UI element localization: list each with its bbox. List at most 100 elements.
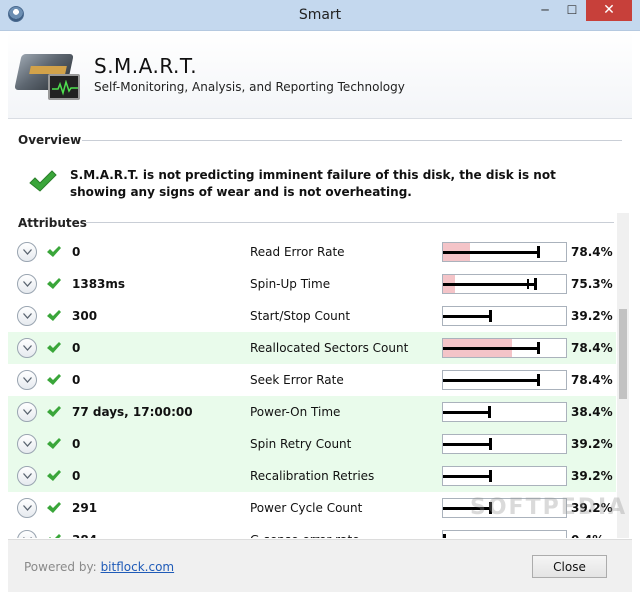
attribute-value: 291 bbox=[72, 501, 98, 515]
close-button[interactable]: Close bbox=[532, 555, 607, 578]
chevron-down-icon[interactable] bbox=[17, 530, 37, 538]
attribute-name: Recalibration Retries bbox=[250, 469, 375, 483]
health-level-line bbox=[443, 251, 539, 254]
health-level-marker bbox=[488, 406, 491, 418]
health-bar bbox=[442, 370, 567, 390]
table-row[interactable]: 0 Read Error Rate 78.4% bbox=[8, 236, 616, 268]
health-level-line bbox=[443, 347, 539, 350]
attribute-percent: 78.4% bbox=[571, 341, 613, 355]
table-row[interactable]: 0 Recalibration Retries 39.2% bbox=[8, 460, 616, 492]
chevron-down-icon[interactable] bbox=[17, 402, 37, 422]
attribute-value: 0 bbox=[72, 469, 81, 483]
check-icon bbox=[46, 437, 62, 453]
hdd-monitor-icon bbox=[14, 48, 84, 106]
scrollbar-thumb[interactable] bbox=[619, 309, 627, 399]
attribute-name: Reallocated Sectors Count bbox=[250, 341, 409, 355]
health-bar bbox=[442, 338, 567, 358]
attribute-value: 77 days, 17:00:00 bbox=[72, 405, 193, 419]
health-bar bbox=[442, 242, 567, 262]
check-icon bbox=[46, 533, 62, 538]
chevron-down-icon[interactable] bbox=[17, 466, 37, 486]
powered-by-label: Powered by: bbox=[24, 560, 97, 574]
table-row[interactable]: 77 days, 17:00:00 Power-On Time 38.4% bbox=[8, 396, 616, 428]
table-row[interactable]: 1383ms Spin-Up Time 75.3% bbox=[8, 268, 616, 300]
attribute-percent: 78.4% bbox=[571, 245, 613, 259]
header-banner: S.M.A.R.T. Self-Monitoring, Analysis, an… bbox=[8, 31, 632, 119]
attribute-value: 0 bbox=[72, 373, 81, 387]
health-level-line bbox=[443, 315, 491, 318]
health-level-marker bbox=[537, 342, 540, 354]
health-level-marker bbox=[443, 534, 446, 538]
header-title: S.M.A.R.T. bbox=[94, 54, 198, 78]
attribute-value: 384 bbox=[72, 533, 97, 538]
check-icon bbox=[46, 373, 62, 389]
chevron-down-icon[interactable] bbox=[17, 306, 37, 326]
check-icon bbox=[46, 245, 62, 261]
attribute-name: Power Cycle Count bbox=[250, 501, 363, 515]
vertical-scrollbar[interactable] bbox=[617, 213, 629, 538]
chevron-down-icon[interactable] bbox=[17, 338, 37, 358]
attribute-percent: 39.2% bbox=[571, 437, 613, 451]
overview-message: S.M.A.R.T. is not predicting imminent fa… bbox=[70, 168, 556, 199]
health-level-line bbox=[443, 379, 539, 382]
table-row[interactable]: 0 Spin Retry Count 39.2% bbox=[8, 428, 616, 460]
watermark: SOFTPEDIA bbox=[470, 495, 628, 520]
health-level-marker bbox=[489, 438, 492, 450]
powered-by: Powered by: bitflock.com bbox=[24, 560, 174, 574]
attribute-name: Seek Error Rate bbox=[250, 373, 344, 387]
attribute-value: 300 bbox=[72, 309, 98, 323]
bitflock-link[interactable]: bitflock.com bbox=[101, 560, 175, 574]
table-row[interactable]: 384 G-sense error rate 0.4% bbox=[8, 524, 616, 538]
attribute-value: 0 bbox=[72, 341, 81, 355]
minimize-button[interactable]: ─ bbox=[532, 0, 558, 21]
health-bar bbox=[442, 530, 567, 538]
green-check-icon bbox=[28, 170, 58, 197]
health-level-marker bbox=[489, 470, 492, 482]
attribute-percent: 75.3% bbox=[571, 277, 613, 291]
worst-marker bbox=[527, 279, 529, 289]
check-icon bbox=[46, 277, 62, 293]
health-bar bbox=[442, 434, 567, 454]
title-bar: Smart ─ ☐ ✕ bbox=[0, 0, 640, 31]
chevron-down-icon[interactable] bbox=[17, 274, 37, 294]
health-level-line bbox=[443, 475, 491, 478]
attribute-value: 0 bbox=[72, 245, 81, 259]
check-icon bbox=[46, 341, 62, 357]
table-row[interactable]: 300 Start/Stop Count 39.2% bbox=[8, 300, 616, 332]
health-level-marker bbox=[534, 278, 537, 290]
health-level-marker bbox=[537, 246, 540, 258]
health-bar bbox=[442, 306, 567, 326]
attribute-percent: 38.4% bbox=[571, 405, 613, 419]
table-row[interactable]: 0 Seek Error Rate 78.4% bbox=[8, 364, 616, 396]
attributes-divider bbox=[86, 222, 614, 223]
footer: Powered by: bitflock.com Close bbox=[8, 539, 632, 592]
attribute-name: Start/Stop Count bbox=[250, 309, 351, 323]
check-icon bbox=[46, 309, 62, 325]
chevron-down-icon[interactable] bbox=[17, 434, 37, 454]
attribute-percent: 78.4% bbox=[571, 373, 613, 387]
table-row[interactable]: 0 Reallocated Sectors Count 78.4% bbox=[8, 332, 616, 364]
attributes-label: Attributes bbox=[18, 216, 87, 230]
chevron-down-icon[interactable] bbox=[17, 242, 37, 262]
chevron-down-icon[interactable] bbox=[17, 370, 37, 390]
attribute-percent: 0.4% bbox=[571, 533, 604, 538]
health-bar bbox=[442, 466, 567, 486]
attribute-name: Spin Retry Count bbox=[250, 437, 352, 451]
check-icon bbox=[46, 405, 62, 421]
header-subtitle: Self-Monitoring, Analysis, and Reporting… bbox=[94, 80, 405, 94]
health-level-line bbox=[443, 411, 490, 414]
overview-label: Overview bbox=[18, 133, 82, 147]
maximize-button[interactable]: ☐ bbox=[559, 0, 585, 21]
attribute-name: Power-On Time bbox=[250, 405, 341, 419]
attribute-value: 0 bbox=[72, 437, 81, 451]
health-bar bbox=[442, 402, 567, 422]
attribute-percent: 39.2% bbox=[571, 469, 613, 483]
chevron-down-icon[interactable] bbox=[17, 498, 37, 518]
attribute-list[interactable]: 0 Read Error Rate 78.4% 1383ms Spin-Up Time 7… bbox=[8, 236, 616, 538]
attribute-name: G-sense error rate bbox=[250, 533, 360, 538]
window-close-button[interactable]: ✕ bbox=[586, 0, 632, 21]
attribute-name: Read Error Rate bbox=[250, 245, 345, 259]
overview-divider bbox=[82, 140, 622, 141]
check-icon bbox=[46, 469, 62, 485]
health-level-marker bbox=[489, 310, 492, 322]
